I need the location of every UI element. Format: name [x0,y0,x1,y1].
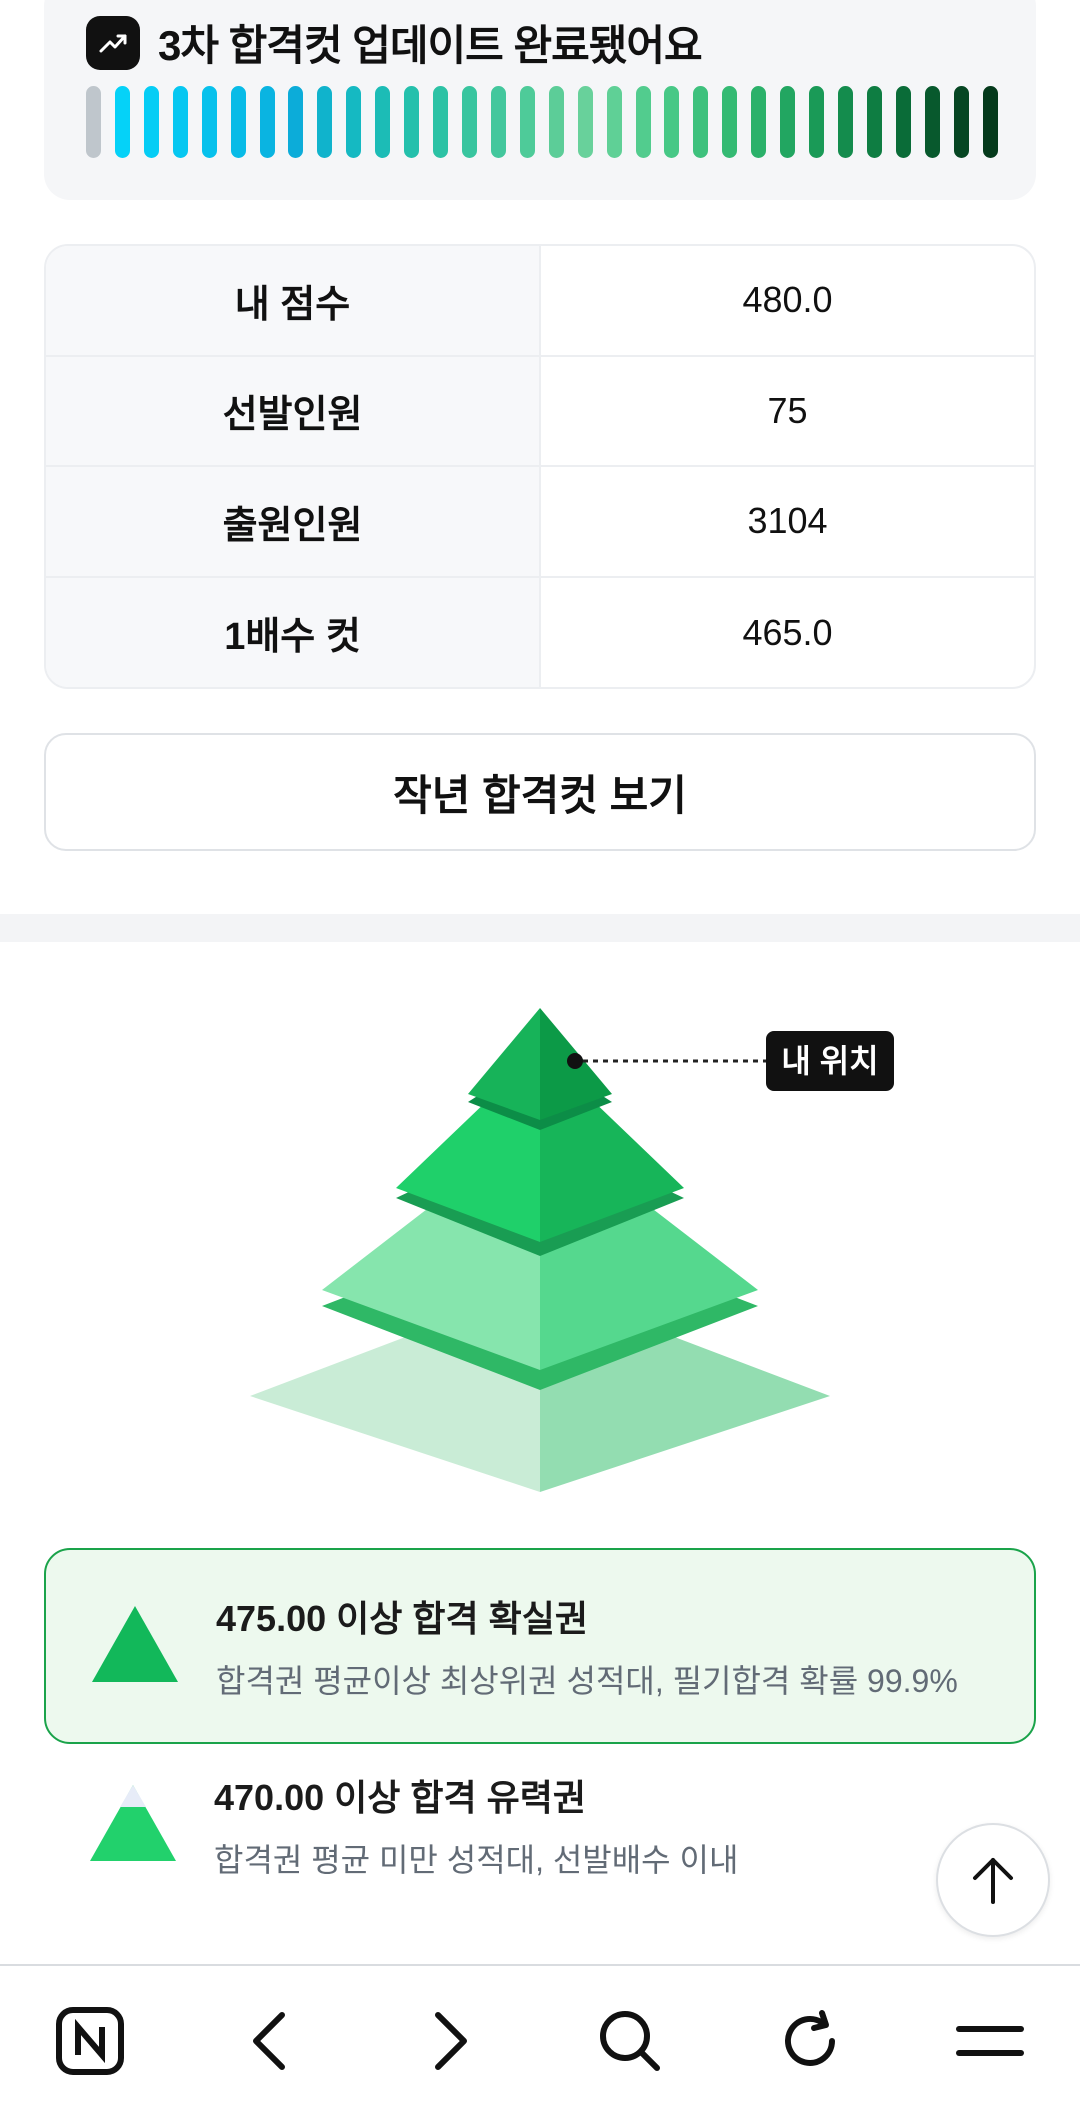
update-card: 3차 합격컷 업데이트 완료됐어요 [44,0,1036,200]
row-label: 출원인원 [46,467,541,576]
last-year-cutoff-button[interactable]: 작년 합격컷 보기 [44,733,1036,851]
my-position-label: 내 위치 [781,1043,878,1079]
tier-title: 470.00 이상 합격 유력권 [214,1777,586,1818]
progress-bar-segment [866,86,882,158]
progress-bar-segment [635,86,651,158]
tier-card-certain[interactable]: 475.00 이상 합격 확실권 합격권 평균이상 최상위권 성적대, 필기합격… [44,1548,1036,1744]
progress-bar-segment [490,86,506,158]
position-pyramid: 내 위치 [250,1008,894,1492]
progress-bar-segment [433,86,449,158]
progress-bar-segment [722,86,738,158]
progress-bar-segment [577,86,593,158]
table-row: 1배수 컷 465.0 [46,577,1034,687]
table-row: 출원인원 3104 [46,467,1034,578]
tier-text: 470.00 이상 합격 유력권 합격권 평균 미만 성적대, 선발배수 이내 [214,1769,738,1881]
progress-bar-segment [143,86,159,158]
tier-desc: 합격권 평균 미만 성적대, 선발배수 이내 [214,1842,739,1878]
progress-bar-segment [606,86,622,158]
table-row: 선발인원 75 [46,356,1034,467]
row-value: 465.0 [742,611,833,653]
progress-bar-segment [924,86,940,158]
progress-bar-segment [172,86,188,158]
progress-bar-segment [982,86,998,158]
tier-title: 475.00 이상 합격 확실권 [216,1598,588,1639]
table-row: 내 점수 480.0 [46,246,1034,357]
hamburger-menu-icon [956,2025,1024,2056]
row-label: 1배수 컷 [46,577,541,687]
row-label: 내 점수 [46,246,541,355]
progress-bar-segment [259,86,275,158]
refresh-button[interactable] [750,1981,870,2101]
progress-bar-segment [693,86,709,158]
tier-desc: 합격권 평균이상 최상위권 성적대, 필기합격 확률 99.9% [216,1663,958,1699]
row-value: 480.0 [742,279,833,321]
chevron-left-icon [253,2011,285,2070]
forward-button[interactable] [390,1981,510,2101]
search-button[interactable] [570,1981,690,2101]
progress-bar-segment [317,86,333,158]
tier-certain-icon [90,1604,180,1689]
progress-bar-segment [519,86,535,158]
back-button[interactable] [210,1981,330,2101]
progress-bar-segment [288,86,304,158]
progress-bar-segment [548,86,564,158]
update-progress-bars [86,86,998,158]
progress-bar-segment [230,86,246,158]
trend-up-icon [86,15,140,70]
browser-bottom-nav [0,1964,1080,2115]
row-value: 75 [767,389,808,431]
progress-bar-segment [809,86,825,158]
progress-bar-segment [780,86,796,158]
progress-bar-segment [664,86,680,158]
progress-bar-segment [837,86,853,158]
progress-bar-segment [461,86,477,158]
progress-bar-segment [895,86,911,158]
row-label: 선발인원 [46,356,541,465]
tier-likely-icon [88,1783,178,1868]
refresh-icon [785,2009,835,2066]
update-title: 3차 합격컷 업데이트 완료됐어요 [158,22,703,69]
search-icon [600,2010,660,2071]
tier-text: 475.00 이상 합격 확실권 합격권 평균이상 최상위권 성적대, 필기합격… [216,1590,958,1702]
score-info-table: 내 점수 480.0 선발인원 75 출원인원 3104 1배수 컷 465.0 [44,244,1036,689]
menu-button[interactable] [930,1981,1050,2101]
progress-bar-segment [346,86,362,158]
progress-bar-segment [86,86,101,158]
progress-bar-segment [953,86,969,158]
tier-card-likely[interactable]: 470.00 이상 합격 유력권 합격권 평균 미만 성적대, 선발배수 이내 [44,1745,1036,1905]
progress-bar-segment [114,86,130,158]
section-divider [0,914,1080,942]
row-value: 3104 [747,500,828,542]
update-header: 3차 합격컷 업데이트 완료됐어요 [86,12,703,73]
home-n-button[interactable] [30,1981,150,2101]
progress-bar-segment [404,86,420,158]
arrow-up-icon [973,1858,1013,1904]
my-position-dot [567,1053,583,1069]
naver-n-icon [56,2006,124,2075]
progress-bar-segment [375,86,391,158]
scroll-top-button[interactable] [936,1823,1050,1937]
progress-bar-segment [201,86,217,158]
chevron-right-icon [435,2011,467,2070]
progress-bar-segment [751,86,767,158]
